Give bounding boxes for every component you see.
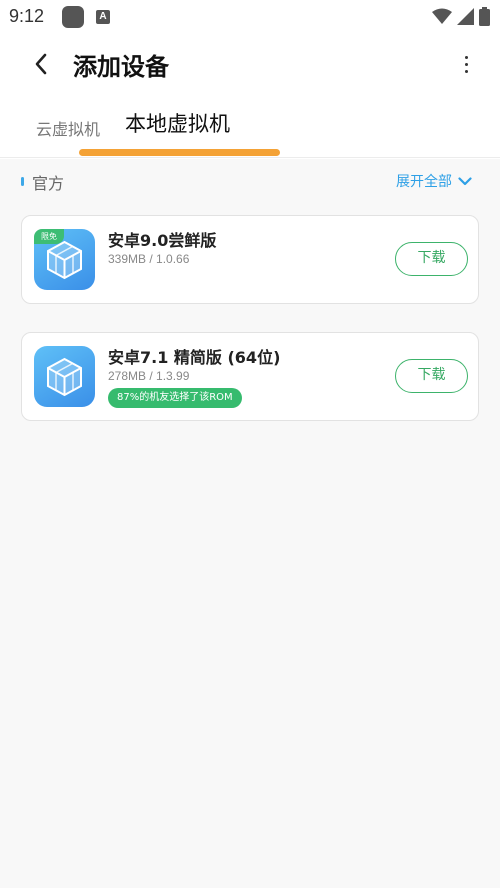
download-button[interactable]: 下载	[395, 242, 468, 276]
signal-icon	[457, 8, 474, 25]
expand-all-button[interactable]: 展开全部	[396, 171, 472, 191]
chevron-left-icon	[35, 53, 47, 75]
expand-all-label: 展开全部	[396, 174, 452, 190]
active-tab-indicator	[79, 149, 280, 156]
status-bar: 9:12 A	[0, 0, 500, 34]
divider	[0, 157, 500, 158]
vm-cube-icon	[34, 346, 95, 407]
rom-name: 安卓9.0尝鲜版	[108, 231, 217, 250]
app-square-icon	[62, 6, 84, 28]
a-badge-icon: A	[96, 10, 110, 24]
chevron-down-icon	[458, 176, 472, 185]
tab-cloud-vm[interactable]: 云虚拟机	[36, 116, 100, 140]
status-time: 9:12	[9, 6, 45, 26]
rom-card[interactable]: 限免 安卓9.0尝鲜版 339MB / 1.0.66 下载	[21, 215, 479, 304]
page-title: 添加设备	[73, 53, 169, 81]
more-options-button[interactable]	[458, 50, 474, 78]
free-badge: 限免	[34, 229, 64, 244]
popularity-tag: 87%的机友选择了该ROM	[108, 388, 242, 408]
rom-size-version: 339MB / 1.0.66	[108, 252, 190, 266]
battery-icon	[479, 7, 490, 26]
rom-size-version: 278MB / 1.3.99	[108, 369, 190, 383]
back-button[interactable]	[28, 50, 54, 78]
section-title: 官方	[32, 174, 65, 193]
section-accent-bar	[21, 177, 24, 186]
more-vertical-icon	[464, 55, 468, 59]
rom-card[interactable]: 安卓7.1 精简版 (64位) 278MB / 1.3.99 87%的机友选择了…	[21, 332, 479, 421]
download-button[interactable]: 下载	[395, 359, 468, 393]
tab-local-vm[interactable]: 本地虚拟机	[125, 108, 230, 138]
rom-name: 安卓7.1 精简版 (64位)	[108, 348, 281, 367]
app-header: 添加设备 云虚拟机 本地虚拟机	[0, 34, 500, 159]
status-right-icons	[432, 7, 490, 26]
wifi-icon	[432, 8, 452, 24]
